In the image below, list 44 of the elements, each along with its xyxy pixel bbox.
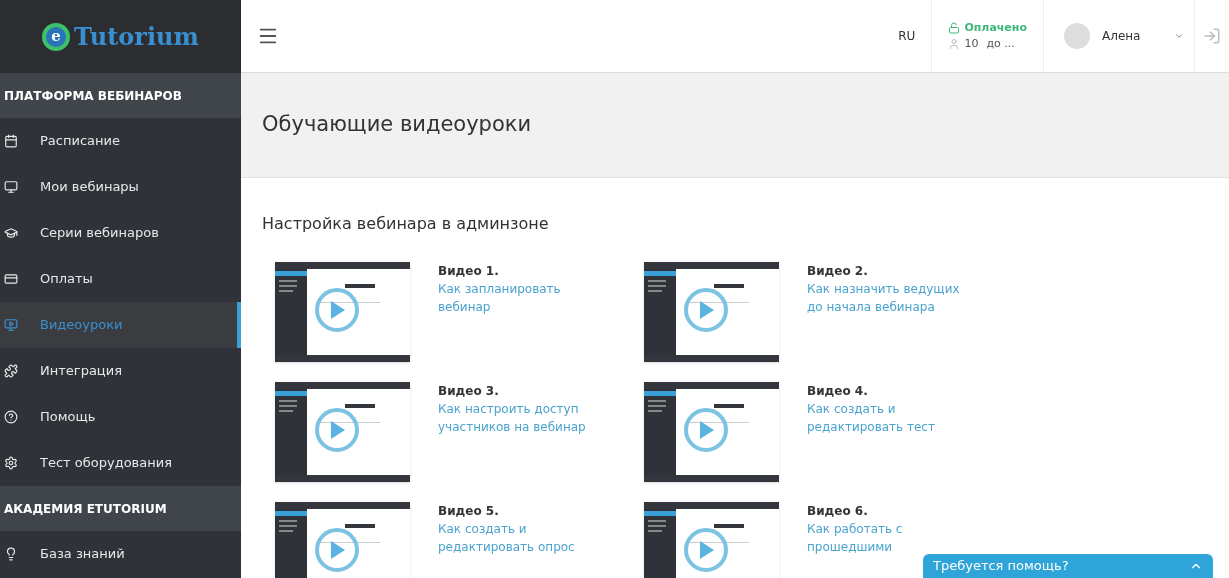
lock-icon	[948, 21, 961, 34]
participants-count: 10	[964, 36, 979, 52]
video-thumbnail[interactable]	[644, 382, 779, 482]
sidebar-item[interactable]: Тест оборудования	[0, 440, 241, 486]
video-number: Видео 3.	[438, 383, 500, 400]
sidebar-item[interactable]: Оплаты	[0, 256, 241, 302]
caret-icon[interactable]	[1174, 31, 1184, 41]
video-thumbnail[interactable]	[644, 502, 779, 578]
page-title: Обучающие видеоуроки	[262, 111, 532, 139]
video-number: Видео 1.	[438, 263, 500, 280]
plan-status: Оплачено	[964, 19, 1027, 36]
video-number: Видео 6.	[807, 503, 869, 520]
logo-text: Tutorium	[74, 20, 199, 53]
sidebar-item[interactable]: Помощь	[0, 394, 241, 440]
video-icon	[4, 318, 18, 332]
video-thumbnail[interactable]	[644, 262, 779, 362]
sidebar-item[interactable]: База знаний	[0, 531, 241, 577]
lightbulb-icon	[4, 547, 18, 561]
video-number: Видео 2.	[807, 263, 869, 280]
help-icon	[4, 410, 18, 424]
video-number: Видео 5.	[438, 503, 500, 520]
sidebar-item[interactable]: Мои вебинары	[0, 164, 241, 210]
video-thumbnail[interactable]	[275, 262, 410, 362]
user-name[interactable]: Алена	[1102, 27, 1162, 45]
puzzle-icon	[4, 364, 18, 378]
video-thumbnail[interactable]	[275, 382, 410, 482]
card-icon	[4, 272, 18, 286]
calendar-icon	[4, 134, 18, 148]
settings-icon	[4, 456, 18, 470]
sidebar-item[interactable]: Расписание	[0, 118, 241, 164]
sidebar-section-header: АКАДЕМИЯ ETUTORIUM	[0, 486, 241, 531]
sidebar-item[interactable]: Интеграция	[0, 348, 241, 394]
monitor-icon	[4, 180, 18, 194]
plan-until: до ...	[986, 36, 1015, 52]
sidebar-item[interactable]: Серии вебинаров	[0, 210, 241, 256]
sidebar-section-header: ПЛАТФОРМА ВЕБИНАРОВ	[0, 73, 241, 118]
section-title: Настройка вебинара в админзоне	[262, 213, 550, 235]
video-thumbnail[interactable]	[275, 502, 410, 578]
video-number: Видео 4.	[807, 383, 869, 400]
logo-mark: e	[42, 22, 71, 51]
language-code[interactable]: RU	[898, 27, 916, 45]
graduation-cap-icon	[4, 226, 18, 240]
avatar	[1064, 23, 1090, 49]
user-icon	[948, 38, 961, 51]
